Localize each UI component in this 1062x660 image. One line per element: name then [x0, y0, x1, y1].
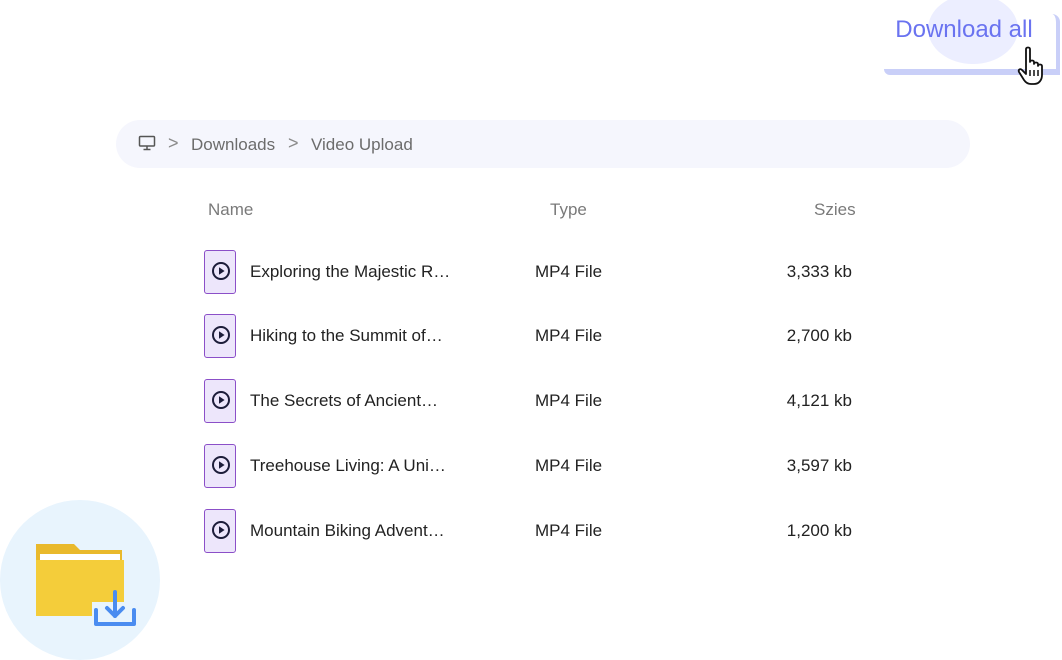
play-icon: [212, 262, 230, 280]
video-file-icon: [204, 250, 236, 294]
video-file-icon: [204, 314, 236, 358]
file-type: MP4 File: [535, 391, 603, 410]
table-row[interactable]: The Secrets of Ancient… MP4 File 4,121 k…: [200, 379, 880, 429]
play-icon: [212, 326, 230, 344]
table-row[interactable]: Treehouse Living: A Uni… MP4 File 3,597 …: [200, 444, 880, 494]
file-size: 2,700 kb: [786, 326, 852, 345]
file-type: MP4 File: [535, 456, 603, 475]
breadcrumb-separator: >: [288, 133, 299, 153]
play-icon: [212, 521, 230, 539]
table-row[interactable]: Exploring the Majestic R… MP4 File 3,333…: [200, 250, 880, 300]
table-row[interactable]: Mountain Biking Advent… MP4 File 1,200 k…: [200, 509, 880, 559]
file-size: 1,200 kb: [786, 521, 852, 540]
file-size: 3,597 kb: [786, 456, 852, 475]
hand-cursor-icon: [1017, 46, 1043, 85]
breadcrumb-item-downloads[interactable]: Downloads: [191, 135, 275, 155]
file-type: MP4 File: [535, 262, 603, 281]
file-name: Exploring the Majestic R…: [250, 262, 451, 281]
file-name: Mountain Biking Advent…: [250, 521, 445, 540]
breadcrumb-item-video-upload[interactable]: Video Upload: [311, 135, 413, 155]
video-file-icon: [204, 379, 236, 423]
column-header-type[interactable]: Type: [550, 200, 587, 220]
column-header-size[interactable]: Szies: [814, 200, 856, 220]
file-name: Treehouse Living: A Uni…: [250, 456, 446, 475]
file-size: 3,333 kb: [786, 262, 852, 281]
download-all-button[interactable]: Download all: [884, 12, 1044, 48]
play-icon: [212, 391, 230, 409]
video-file-icon: [204, 444, 236, 488]
play-icon: [212, 456, 230, 474]
file-name: Hiking to the Summit of…: [250, 326, 443, 345]
file-type: MP4 File: [535, 521, 603, 540]
folder-download-icon: [36, 544, 138, 630]
breadcrumb: > Downloads > Video Upload: [116, 120, 970, 168]
table-row[interactable]: Hiking to the Summit of… MP4 File 2,700 …: [200, 314, 880, 364]
file-name: The Secrets of Ancient…: [250, 391, 439, 410]
video-file-icon: [204, 509, 236, 553]
monitor-icon[interactable]: [138, 135, 156, 151]
file-type: MP4 File: [535, 326, 603, 345]
breadcrumb-separator: >: [168, 133, 179, 153]
file-size: 4,121 kb: [786, 391, 852, 410]
column-header-name[interactable]: Name: [208, 200, 253, 220]
